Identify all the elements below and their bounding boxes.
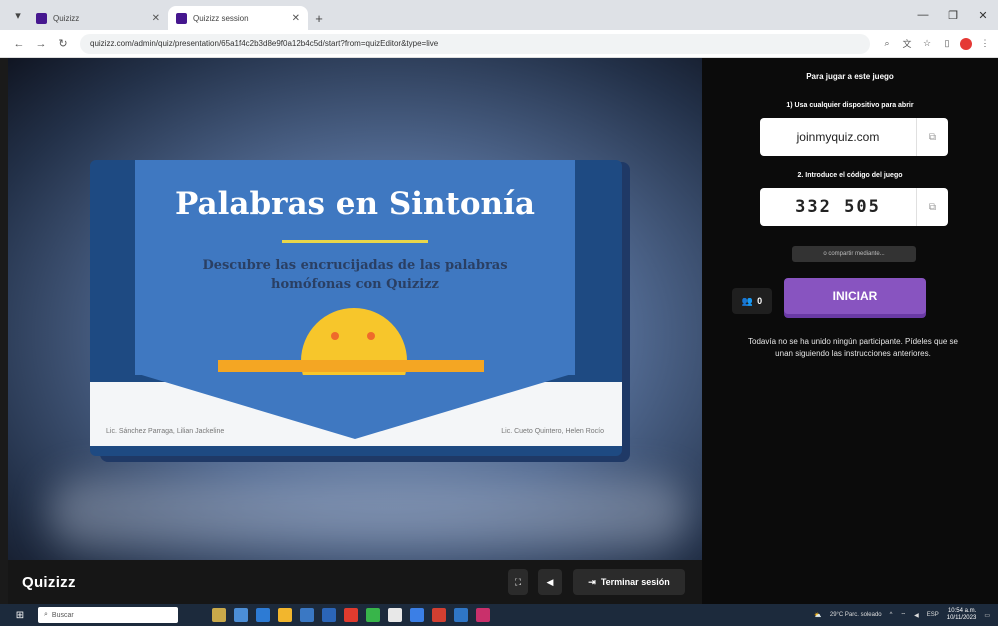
tab-search-icon[interactable]: ▾	[12, 9, 24, 22]
window-controls: — ❐ ✕	[908, 0, 998, 30]
app-icon[interactable]	[432, 608, 446, 622]
zoom-app-icon[interactable]	[410, 608, 424, 622]
profile-avatar[interactable]	[960, 37, 972, 50]
game-code-box[interactable]: 332 505 ⧉	[760, 188, 948, 226]
exit-icon: ⇥	[588, 576, 596, 587]
system-tray: ⛅ 29°C Parc. soleado ^ ⌔ ◀ ESP 10:54 a.m…	[814, 608, 998, 622]
share-via-button[interactable]: o compartir mediante...	[792, 246, 916, 262]
start-label: INICIAR	[832, 289, 878, 303]
maximize-icon[interactable]: ❐	[938, 0, 968, 30]
quizizz-favicon-icon	[36, 12, 47, 24]
address-bar-row: ← → ↻ quizizz.com/admin/quiz/presentatio…	[0, 30, 998, 58]
copy-icon[interactable]: ⧉	[916, 118, 948, 156]
widgets-icon[interactable]	[212, 608, 226, 622]
volume-icon[interactable]: ◀	[914, 612, 919, 619]
sun-horizon-bar	[218, 360, 484, 372]
forward-icon[interactable]: →	[30, 38, 52, 50]
join-step-1: 1) Usa cualquier dispositivo para abrir	[786, 102, 914, 109]
slide-card: Palabras en Sintonía Descubre las encruc…	[90, 160, 622, 456]
edge-icon[interactable]	[256, 608, 270, 622]
clock-time: 10:54 a.m.	[947, 608, 977, 614]
quizizz-favicon-icon	[176, 12, 187, 24]
participant-count: 0	[757, 296, 763, 306]
close-window-icon[interactable]: ✕	[968, 0, 998, 30]
reload-icon[interactable]: ↻	[52, 37, 74, 50]
minimize-icon[interactable]: —	[908, 0, 938, 30]
youtube-icon[interactable]	[344, 608, 358, 622]
url-text: quizizz.com/admin/quiz/presentation/65a1…	[90, 39, 439, 48]
zoom-icon[interactable]: ⌕	[880, 37, 894, 51]
join-panel-title: Para jugar a este juego	[806, 72, 894, 81]
clock-date: 10/11/2023	[946, 615, 977, 621]
mail-icon[interactable]	[322, 608, 336, 622]
author-left: Lic. Sánchez Parraga, Lilian Jackeline	[106, 428, 225, 435]
network-icon[interactable]: ⌔	[900, 611, 906, 619]
taskbar-search-placeholder: Buscar	[51, 611, 74, 619]
sun-clip	[135, 160, 575, 375]
sound-button[interactable]: ◀	[538, 569, 562, 595]
copy-icon[interactable]: ⧉	[916, 188, 948, 226]
language-indicator[interactable]: ESP	[927, 612, 939, 618]
tray-chevron-icon[interactable]: ^	[890, 612, 893, 618]
url-input[interactable]: quizizz.com/admin/quiz/presentation/65a1…	[80, 33, 870, 54]
game-code: 332 505	[795, 197, 881, 217]
quizizz-logo: Quizizz	[22, 574, 76, 591]
notifications-icon[interactable]: ▭	[984, 612, 990, 619]
powerpoint-icon[interactable]	[476, 608, 490, 622]
tab-title: Quizizz	[53, 13, 80, 23]
presentation-stage: Palabras en Sintonía Descubre las encruc…	[8, 58, 702, 560]
taskbar-apps	[212, 608, 490, 622]
sun-cheek	[331, 332, 339, 340]
tab-quizizz-session[interactable]: Quizizz session ✕	[168, 6, 308, 30]
join-url: joinmyquiz.com	[796, 130, 880, 144]
tab-title: Quizizz session	[193, 13, 249, 23]
chrome-icon[interactable]	[388, 608, 402, 622]
end-session-label: Terminar sesión	[600, 577, 670, 587]
whatsapp-icon[interactable]	[366, 608, 380, 622]
share-via-label: o compartir mediante...	[823, 251, 885, 257]
join-panel: Para jugar a este juego 1) Usa cualquier…	[702, 58, 998, 604]
windows-taskbar: ⊞ ⌕ Buscar ⛅ 29°C Parc. soleado ^ ⌔ ◀ ES…	[0, 604, 998, 626]
sidebar-icon[interactable]: ▯	[940, 37, 954, 51]
browser-toolbar: ⌕ 文 ☆ ▯ ⋮	[880, 37, 992, 51]
fullscreen-button[interactable]: ⛶	[508, 569, 528, 595]
background-haze	[48, 478, 688, 548]
taskbar-search[interactable]: ⌕ Buscar	[38, 607, 178, 623]
presentation-control-bar: Quizizz ⛶ ◀ ⇥ Terminar sesión	[8, 560, 702, 604]
join-url-box[interactable]: joinmyquiz.com ⧉	[760, 118, 948, 156]
store-icon[interactable]	[300, 608, 314, 622]
translate-icon[interactable]: 文	[900, 37, 914, 51]
sun-cheek	[367, 332, 375, 340]
close-tab-icon[interactable]: ✕	[152, 13, 160, 24]
author-right: Lic. Cueto Quintero, Helen Rocío	[501, 428, 604, 435]
file-explorer-icon[interactable]	[278, 608, 292, 622]
start-game-button[interactable]: INICIAR	[784, 278, 926, 314]
weather-icon: ⛅	[814, 612, 822, 619]
participants-icon: 👥	[741, 295, 754, 306]
fullscreen-icon: ⛶	[514, 576, 522, 587]
weather-text: 29°C Parc. soleado	[829, 612, 882, 618]
speaker-icon: ◀	[546, 576, 554, 587]
end-session-button[interactable]: ⇥ Terminar sesión	[573, 569, 685, 595]
search-icon: ⌕	[44, 611, 48, 618]
waiting-message: Todavía no se ha unido ningún participan…	[748, 337, 958, 358]
close-tab-icon[interactable]: ✕	[292, 13, 300, 24]
task-view-icon[interactable]	[234, 608, 248, 622]
clock[interactable]: 10:54 a.m. 10/11/2023	[947, 608, 977, 622]
menu-dots-icon[interactable]: ⋮	[978, 37, 992, 51]
join-step-2: 2. Introduce el código del juego	[797, 172, 903, 179]
bookmark-star-icon[interactable]: ☆	[920, 37, 934, 51]
windows-start-icon[interactable]: ⊞	[12, 610, 28, 621]
participant-count-button[interactable]: 👥 0	[732, 288, 772, 314]
tab-quizizz[interactable]: Quizizz ✕	[28, 6, 168, 30]
back-icon[interactable]: ←	[8, 38, 30, 50]
word-icon[interactable]	[454, 608, 468, 622]
browser-tab-bar: ▾ Quizizz ✕ Quizizz session ✕ + — ❐ ✕	[0, 0, 998, 30]
new-tab-button[interactable]: +	[308, 6, 330, 30]
